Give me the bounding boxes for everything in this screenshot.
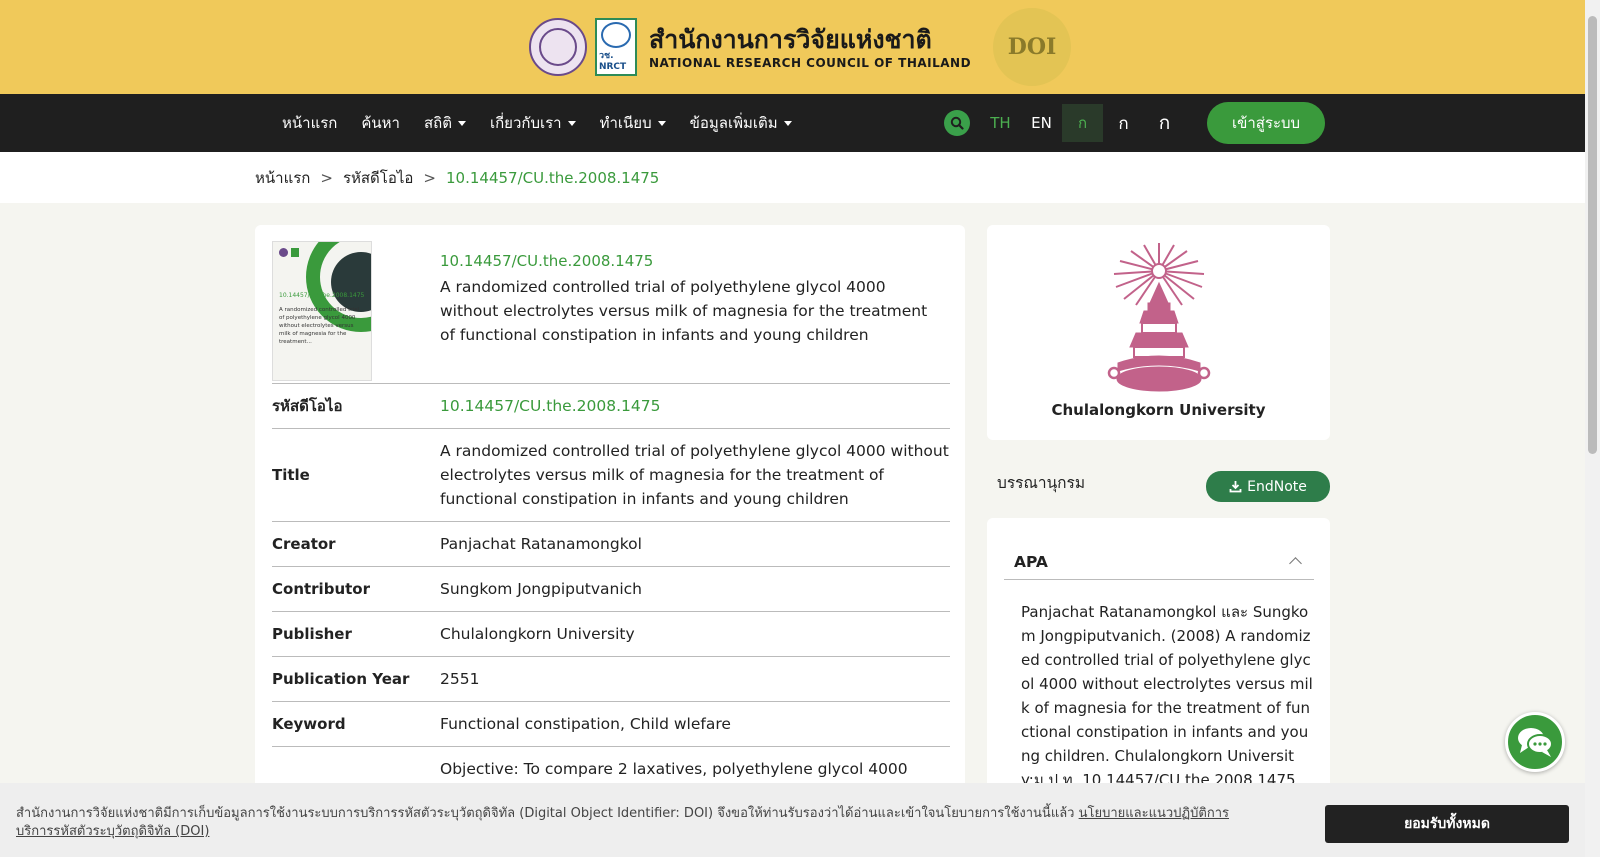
nav-item-label: เกี่ยวกับเรา xyxy=(489,114,562,132)
nav-item-label: ทำเนียบ xyxy=(599,114,652,132)
nav-item-statistics[interactable]: สถิติ xyxy=(412,94,478,152)
page-scrollbar[interactable] xyxy=(1585,0,1600,857)
top-banner: วช. NRCT สำนักงานการวิจัยแห่งชาติ NATION… xyxy=(0,0,1600,94)
thumbnail-title: A randomized controlled trial of polyeth… xyxy=(279,307,359,345)
row-label: Title xyxy=(272,466,310,484)
chat-bubbles-icon xyxy=(1518,728,1553,757)
citation-card: APA Panjachat Ratanamongkol และ Sungkom … xyxy=(987,518,1330,818)
record-doi-link[interactable]: 10.14457/CU.the.2008.1475 xyxy=(440,252,653,270)
row-value: Functional constipation, Child wlefare xyxy=(440,715,731,733)
breadcrumb-doi-section[interactable]: รหัสดีโอไอ xyxy=(343,166,413,190)
metadata-row-year: Publication Year 2551 xyxy=(272,656,950,701)
lang-en-button[interactable]: EN xyxy=(1021,104,1062,142)
row-label: Keyword xyxy=(272,715,346,733)
row-label: Publication Year xyxy=(272,670,410,688)
caret-down-icon xyxy=(457,120,466,126)
cookie-text: สำนักงานการวิจัยแห่งชาติมีการเก็บข้อมูลก… xyxy=(16,805,1256,841)
font-size-large-button[interactable]: ก xyxy=(1144,104,1185,142)
nav-item-about[interactable]: เกี่ยวกับเรา xyxy=(478,94,588,152)
metadata-row-title: Title A randomized controlled trial of p… xyxy=(272,428,950,521)
metadata-row-keyword: Keyword Functional constipation, Child w… xyxy=(272,701,950,746)
doi-badge-logo: DOI xyxy=(993,8,1072,86)
metadata-row-creator: Creator Panjachat Ratanamongkol xyxy=(272,521,950,566)
caret-down-icon xyxy=(657,120,666,126)
nrct-seal-logo xyxy=(528,18,587,76)
breadcrumb-current: 10.14457/CU.the.2008.1475 xyxy=(446,168,660,187)
nav-right: TH EN ก ก ก เข้าสู่ระบบ xyxy=(944,94,1325,152)
nav-item-search[interactable]: ค้นหา xyxy=(349,94,412,152)
chevron-up-icon xyxy=(1289,557,1302,570)
caret-down-icon xyxy=(783,120,792,126)
row-label: Publisher xyxy=(272,625,352,643)
nrct-logo: วช. NRCT xyxy=(594,18,637,76)
font-size-medium-button[interactable]: ก xyxy=(1103,104,1144,142)
thumbnail-logos xyxy=(279,248,299,257)
main-navbar: หน้าแรก ค้นหา สถิติ เกี่ยวกับเรา ทำเนียบ… xyxy=(0,94,1600,152)
chat-button[interactable] xyxy=(1505,712,1565,772)
nav-item-label: สถิติ xyxy=(423,114,452,132)
seal-inner-ring xyxy=(538,28,577,66)
record-thumbnail[interactable]: 10.14457/CU.the.2008.1475 A randomized c… xyxy=(272,241,372,381)
breadcrumb: หน้าแรก > รหัสดีโอไอ > 10.14457/CU.the.2… xyxy=(0,152,1600,203)
metadata-row-doi: รหัสดีโอไอ 10.14457/CU.the.2008.1475 xyxy=(272,383,950,428)
thumbnail-nrct-logo xyxy=(291,248,299,257)
search-icon xyxy=(950,116,964,130)
nav-item-more-info[interactable]: ข้อมูลเพิ่มเติม xyxy=(678,94,804,152)
font-size-small-button[interactable]: ก xyxy=(1062,104,1103,142)
record-title: A randomized controlled trial of polyeth… xyxy=(440,278,928,344)
nav-menu: หน้าแรก ค้นหา สถิติ เกี่ยวกับเรา ทำเนียบ… xyxy=(270,94,804,152)
cookie-message: สำนักงานการวิจัยแห่งชาติมีการเก็บข้อมูลก… xyxy=(16,806,1075,821)
caret-down-icon xyxy=(567,120,576,126)
row-value: 2551 xyxy=(440,670,480,688)
nav-item-directory[interactable]: ทำเนียบ xyxy=(588,94,678,152)
brand-text: สำนักงานการวิจัยแห่งชาติ NATIONAL RESEAR… xyxy=(649,24,971,70)
row-label: รหัสดีโอไอ xyxy=(272,397,343,415)
breadcrumb-home[interactable]: หน้าแรก xyxy=(255,166,310,190)
accept-all-button[interactable]: ยอมรับทั้งหมด xyxy=(1325,805,1569,843)
row-label: Creator xyxy=(272,535,336,553)
row-label: Contributor xyxy=(272,580,370,598)
breadcrumb-separator: > xyxy=(320,168,333,187)
organization-name: Chulalongkorn University xyxy=(1051,401,1266,419)
metadata-table: รหัสดีโอไอ 10.14457/CU.the.2008.1475 Tit… xyxy=(272,383,950,815)
download-icon xyxy=(1229,481,1242,493)
lang-th-button[interactable]: TH xyxy=(980,104,1021,142)
apa-label: APA xyxy=(1014,552,1048,571)
brand-name-thai: สำนักงานการวิจัยแห่งชาติ xyxy=(648,25,932,54)
cookie-consent-banner: สำนักงานการวิจัยแห่งชาติมีการเก็บข้อมูลก… xyxy=(0,783,1585,857)
nrct-logo-circle xyxy=(600,22,631,48)
logo-group[interactable]: วช. NRCT สำนักงานการวิจัยแห่งชาติ NATION… xyxy=(528,8,1072,86)
search-button[interactable] xyxy=(944,110,970,136)
endnote-label: EndNote xyxy=(1247,478,1307,495)
nav-item-home[interactable]: หน้าแรก xyxy=(270,94,349,152)
row-value: A randomized controlled trial of polyeth… xyxy=(440,442,949,508)
bibliography-heading: บรรณานุกรม xyxy=(997,474,1086,492)
brand-name-english: NATIONAL RESEARCH COUNCIL OF THAILAND xyxy=(648,56,972,70)
row-value: Sungkom Jongpiputvanich xyxy=(440,580,643,598)
nav-item-label: ค้นหา xyxy=(361,114,400,132)
row-value-doi[interactable]: 10.14457/CU.the.2008.1475 xyxy=(440,384,950,428)
nrct-logo-text: วช. NRCT xyxy=(598,51,627,72)
nav-item-label: ข้อมูลเพิ่มเติม xyxy=(689,114,778,132)
thumbnail-seal-logo xyxy=(279,248,288,257)
nav-item-label: หน้าแรก xyxy=(282,114,338,132)
scrollbar-thumb[interactable] xyxy=(1588,16,1597,454)
login-button[interactable]: เข้าสู่ระบบ xyxy=(1207,102,1325,144)
thumbnail-doi: 10.14457/CU.the.2008.1475 xyxy=(279,292,365,299)
metadata-row-contributor: Contributor Sungkom Jongpiputvanich xyxy=(272,566,950,611)
record-card: 10.14457/CU.the.2008.1475 A randomized c… xyxy=(255,225,965,857)
row-value: Panjachat Ratanamongkol xyxy=(440,535,642,553)
endnote-download-button[interactable]: EndNote xyxy=(1206,471,1330,502)
row-value: Chulalongkorn University xyxy=(440,625,635,643)
apa-citation-text: Panjachat Ratanamongkol และ Sungkom Jong… xyxy=(1021,603,1313,789)
apa-accordion-header[interactable]: APA xyxy=(1004,544,1314,580)
organization-card: Chulalongkorn University xyxy=(987,225,1330,440)
chulalongkorn-emblem-icon xyxy=(1107,243,1210,392)
breadcrumb-separator: > xyxy=(423,168,436,187)
metadata-row-publisher: Publisher Chulalongkorn University xyxy=(272,611,950,656)
